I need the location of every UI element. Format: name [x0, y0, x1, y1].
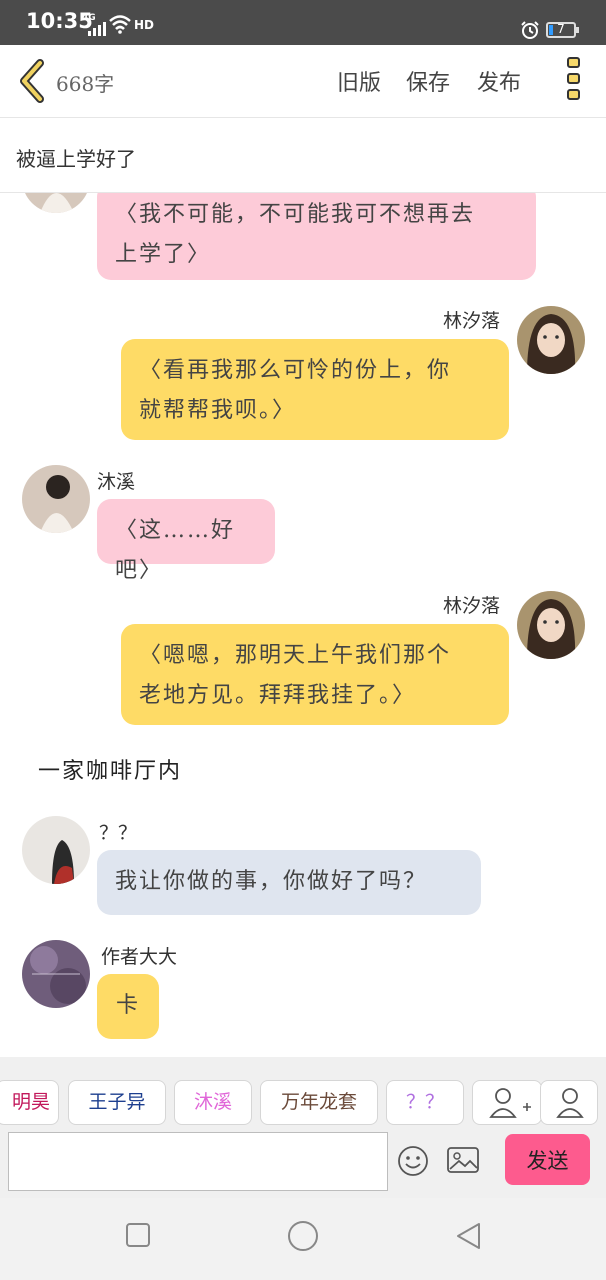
- message-input[interactable]: [8, 1132, 388, 1191]
- avatar-linxiluo: [517, 306, 585, 374]
- message-line: 〈嗯嗯，那明天上午我们那个: [139, 643, 452, 668]
- character-name: 沐溪: [193, 1091, 232, 1113]
- battery-level: 7: [557, 22, 565, 36]
- back-arrow-icon[interactable]: [16, 59, 46, 103]
- message-bubble[interactable]: 卡: [97, 974, 159, 1039]
- message-line: 〈这……好吧〉: [115, 518, 236, 583]
- emoji-icon[interactable]: [397, 1145, 429, 1177]
- speaker-name: 林汐落: [443, 595, 501, 617]
- speaker-name: ？？: [99, 822, 138, 844]
- character-name: ？？: [405, 1091, 444, 1113]
- message-bubble[interactable]: 〈我不可能，不可能我可不想再去 上学了〉: [97, 193, 536, 280]
- hd-badge: HD: [134, 18, 155, 32]
- message-bubble[interactable]: 我让你做的事，你做好了吗？: [97, 850, 481, 915]
- add-character-icon: [489, 1088, 531, 1118]
- speaker-name: 沐溪: [97, 471, 136, 493]
- character-icon: [556, 1088, 584, 1118]
- message-line: 老地方见。拜拜我挂了。〉: [139, 683, 417, 708]
- input-panel: 明昊 王子异 沐溪 万年龙套 ？？ 发送: [0, 1057, 606, 1198]
- chat-area[interactable]: 〈我不可能，不可能我可不想再去 上学了〉 林汐落 〈看再我那么可怜的份上，你 就…: [0, 193, 606, 1057]
- send-button[interactable]: 发送: [505, 1134, 590, 1185]
- message-line: 卡: [115, 993, 140, 1018]
- signal-icon: [88, 22, 106, 36]
- avatar-unknown: [22, 816, 90, 884]
- save-button[interactable]: 保存: [406, 65, 450, 97]
- character-name: 万年龙套: [280, 1091, 357, 1113]
- story-title-bar: 被逼上学好了: [0, 119, 606, 193]
- square-nav-icon[interactable]: [125, 1222, 151, 1248]
- wifi-icon: [109, 15, 131, 34]
- word-count: 668字: [56, 72, 115, 96]
- publish-button[interactable]: 发布: [477, 65, 521, 97]
- character-chip[interactable]: 沐溪: [174, 1080, 252, 1125]
- message-bubble[interactable]: 〈嗯嗯，那明天上午我们那个 老地方见。拜拜我挂了。〉: [121, 624, 509, 725]
- narration-text[interactable]: 一家咖啡厅内: [38, 753, 182, 785]
- add-character-button[interactable]: [472, 1080, 542, 1125]
- character-name: 明昊: [11, 1091, 50, 1113]
- message-bubble[interactable]: 〈看再我那么可怜的份上，你 就帮帮我呗。〉: [121, 339, 509, 440]
- avatar-linxiluo: [517, 591, 585, 659]
- speaker-name: 林汐落: [443, 310, 501, 332]
- speaker-name: 作者大大: [101, 946, 178, 968]
- message-line: 就帮帮我呗。〉: [139, 398, 297, 423]
- story-title[interactable]: 被逼上学好了: [16, 143, 136, 172]
- message-line: 〈我不可能，不可能我可不想再去: [115, 202, 476, 227]
- battery-icon: 7: [546, 22, 579, 38]
- message-line: 〈看再我那么可怜的份上，你: [139, 358, 452, 383]
- character-chip[interactable]: 王子异: [68, 1080, 166, 1125]
- character-chip[interactable]: 万年龙套: [260, 1080, 378, 1125]
- character-chip[interactable]: 明昊: [0, 1080, 59, 1125]
- avatar-author: [22, 940, 90, 1008]
- message-line: 我让你做的事，你做好了吗？: [115, 869, 428, 894]
- character-chip[interactable]: ？？: [386, 1080, 464, 1125]
- editor-toolbar: 668字 旧版 保存 发布: [0, 45, 606, 118]
- image-icon[interactable]: [446, 1145, 480, 1175]
- system-nav-bar: [0, 1198, 606, 1280]
- message-bubble[interactable]: 〈这……好吧〉: [97, 499, 275, 583]
- alarm-icon: [521, 21, 539, 39]
- old-version-button[interactable]: 旧版: [337, 65, 381, 97]
- avatar-muxi: [22, 465, 90, 533]
- character-name: 王子异: [88, 1091, 146, 1113]
- avatar-muxi: [22, 193, 90, 213]
- circle-nav-icon[interactable]: [287, 1220, 319, 1252]
- more-icon[interactable]: [563, 57, 583, 107]
- status-bar: 10:35 4G HD 7: [0, 0, 606, 45]
- character-button[interactable]: [540, 1080, 598, 1125]
- triangle-nav-icon[interactable]: [454, 1221, 482, 1251]
- message-line: 上学了〉: [115, 242, 212, 267]
